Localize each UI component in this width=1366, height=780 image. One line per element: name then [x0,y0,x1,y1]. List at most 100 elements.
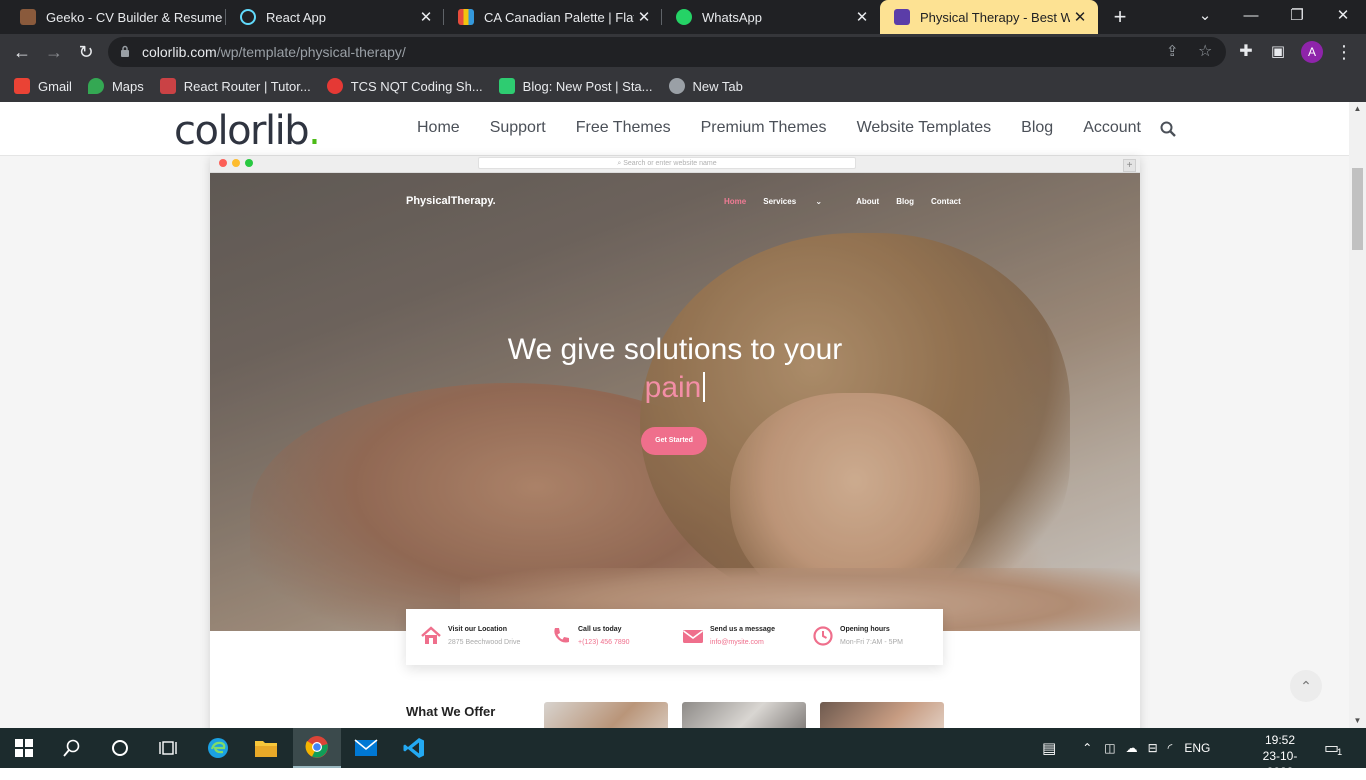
preview-nav-contact[interactable]: Contact [931,197,961,206]
lock-icon [121,45,129,57]
news-widget-icon[interactable]: ▤ [1042,739,1056,757]
menu-free-themes[interactable]: Free Themes [576,119,671,137]
reload-icon[interactable]: ↻ [74,40,98,64]
close-icon[interactable]: ✕ [1070,8,1090,26]
close-icon[interactable]: ✕ [634,8,654,26]
site-header: colorlib. Home Support Free Themes Premi… [0,102,1349,156]
edge-icon [208,738,228,758]
bookmark-gmail[interactable]: Gmail [14,78,72,94]
preview-nav-home[interactable]: Home [724,197,746,206]
menu-home[interactable]: Home [417,119,460,137]
minimize-button[interactable]: — [1228,0,1274,34]
offer-image[interactable] [544,702,668,728]
menu-blog[interactable]: Blog [1021,119,1053,137]
language-indicator[interactable]: ENG [1184,741,1210,755]
menu-support[interactable]: Support [490,119,546,137]
maps-icon [87,78,104,94]
search-button[interactable] [48,728,96,768]
blog-icon [498,78,515,94]
task-view-button[interactable] [144,728,192,768]
menu-account[interactable]: Account [1083,119,1141,137]
bookmark-blog[interactable]: Blog: New Post | Sta... [498,78,653,94]
bookmark-tcs[interactable]: TCS NQT Coding Sh... [326,78,483,94]
preview-nav-blog[interactable]: Blog [896,197,914,206]
preview-brand[interactable]: PhysicalTherapy. [406,195,496,207]
bookmark-star-icon[interactable]: ☆ [1198,41,1212,61]
cloud-icon[interactable]: ☁ [1126,741,1138,755]
menu-premium-themes[interactable]: Premium Themes [701,119,827,137]
scroll-to-top-button[interactable]: ⌃ [1290,670,1322,702]
side-panel-icon[interactable]: ▣ [1266,40,1290,64]
scroll-down-arrow-icon[interactable]: ▼ [1349,714,1366,728]
menu-website-templates[interactable]: Website Templates [857,119,992,137]
tab-title: React App [266,9,326,25]
close-icon[interactable]: ✕ [416,8,436,26]
info-detail[interactable]: +(123) 456 7890 [578,639,630,646]
url-text: colorlib.com/wp/template/physical-therap… [142,44,406,60]
cortana-button[interactable] [96,728,144,768]
info-title: Call us today [578,626,622,633]
file-explorer-app[interactable] [242,728,290,768]
mail-app[interactable] [342,728,390,768]
page-viewport: colorlib. Home Support Free Themes Premi… [0,102,1349,728]
hero-heading-accent: pain [210,369,1140,407]
preview-nav-services[interactable]: Services ⌄ [763,197,839,206]
folder-icon [255,741,277,757]
tab-title: CA Canadian Palette | Flat UI C [484,9,634,25]
tab-search-icon[interactable]: ⌄ [1182,0,1228,34]
search-icon [63,739,80,757]
tab-flatui[interactable]: CA Canadian Palette | Flat UI C ✕ [444,0,662,34]
bookmark-label: Gmail [38,78,72,94]
page-scrollbar[interactable]: ▲ ▼ [1349,102,1366,728]
bookmark-new-tab[interactable]: New Tab [668,78,743,94]
close-icon[interactable]: ✕ [852,8,872,26]
tab-physical-therapy[interactable]: Physical Therapy - Best Webs ✕ [880,0,1098,34]
vscode-app[interactable] [390,728,438,768]
bookmark-maps[interactable]: Maps [87,78,144,94]
menu-icon[interactable]: ⋮ [1332,40,1356,64]
extensions-icon[interactable]: ✚ [1234,40,1258,64]
info-title: Opening hours [840,626,890,633]
preview-url-placeholder: Search or enter website name [623,160,717,167]
edge-app[interactable] [194,728,242,768]
restore-button[interactable]: ❐ [1274,0,1320,34]
scrollbar-thumb[interactable] [1352,168,1363,250]
preview-nav-about[interactable]: About [856,197,879,206]
profile-avatar[interactable]: A [1301,41,1323,63]
tab-whatsapp[interactable]: WhatsApp ✕ [662,0,880,34]
notification-count: 1 [1337,747,1343,757]
forward-icon[interactable]: → [42,40,66,64]
site-menu: Home Support Free Themes Premium Themes … [417,119,1171,137]
get-started-button[interactable]: Get Started [641,427,707,455]
tab-title: Geeko - CV Builder & Resume [46,9,223,25]
new-tab-button[interactable]: + [1108,5,1132,29]
colorlib-logo[interactable]: colorlib. [174,108,321,154]
chevron-up-icon[interactable]: ⌃ [1082,741,1092,755]
clock[interactable]: 19:52 23-10-2022 [1252,732,1308,780]
scroll-up-arrow-icon[interactable]: ▲ [1349,102,1366,116]
start-button[interactable] [0,728,48,768]
address-bar[interactable]: colorlib.com/wp/template/physical-therap… [108,37,1226,67]
info-detail[interactable]: info@mysite.com [710,639,764,646]
windows-logo-icon [15,739,33,757]
chrome-app[interactable] [293,728,341,768]
tab-geeko[interactable]: Geeko - CV Builder & Resume [6,0,226,34]
preview-browser-bar: ⌕ Search or enter website name + [210,156,1140,173]
bookmark-react-router[interactable]: React Router | Tutor... [159,78,311,94]
browser-toolbar: ← → ↻ colorlib.com/wp/template/physical-… [0,34,1366,70]
vscode-icon [403,738,424,758]
offer-image[interactable] [820,702,944,728]
logo-text: colorlib [174,108,310,154]
wifi-icon[interactable]: ◜ [1168,741,1173,755]
system-tray: ▤ ⌃ ◫ ☁ ⊟ ◜ ENG [1042,728,1210,768]
tab-react-app[interactable]: React App ✕ [226,0,444,34]
back-icon[interactable]: ← [10,40,34,64]
offer-image[interactable] [682,702,806,728]
close-window-button[interactable]: ✕ [1320,0,1366,34]
share-icon[interactable]: ⇪ [1166,42,1179,60]
search-icon[interactable] [1160,121,1176,137]
notification-center[interactable]: ▭ 1 [1324,728,1342,768]
close-dot-icon [219,159,227,167]
meet-now-icon[interactable]: ◫ [1104,741,1115,755]
network-icon[interactable]: ⊟ [1148,741,1158,755]
